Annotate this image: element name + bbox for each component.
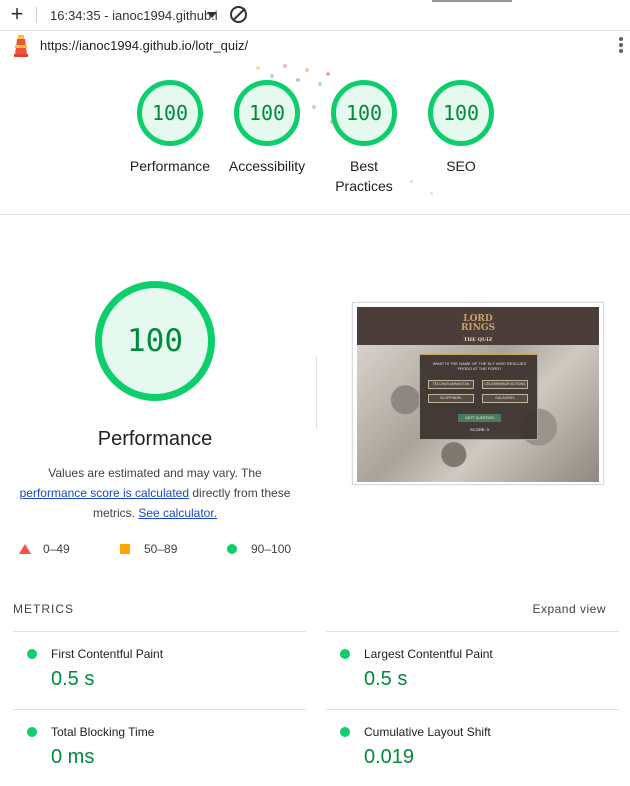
confetti-dot <box>256 66 260 70</box>
pass-circle-icon <box>27 727 37 737</box>
gauge-ring: 100 <box>234 80 300 146</box>
pass-circle-icon <box>227 544 237 554</box>
gauge-score: 100 <box>442 101 480 125</box>
legend-pass: 90–100 <box>251 542 292 556</box>
loading-indicator <box>432 0 512 2</box>
expand-view-button[interactable]: Expand view <box>532 602 606 616</box>
quiz-option: GALADRIEL <box>482 394 528 403</box>
metrics-header: METRICS <box>13 602 74 616</box>
more-menu-icon[interactable] <box>618 37 624 55</box>
performance-gauge: 100 <box>95 281 215 401</box>
quiz-option: TELCHAR AMMASTAN <box>428 380 474 389</box>
legend-fail: 0–49 <box>43 542 70 556</box>
quiz-score: SCORE: 0 <box>470 427 489 432</box>
site-logo: LORD RINGS THE QUIZ <box>357 315 599 345</box>
pass-circle-icon <box>340 727 350 737</box>
metric-label-cls: Cumulative Layout Shift <box>364 725 491 739</box>
pass-circle-icon <box>27 649 37 659</box>
performance-title: Performance <box>97 428 213 450</box>
dropdown-caret-icon[interactable] <box>207 12 217 18</box>
new-tab-icon[interactable]: + <box>6 3 28 25</box>
page-screenshot-thumbnail[interactable]: LORD RINGS THE QUIZ WHAT IS THE NAME OF … <box>352 302 604 485</box>
metric-value-tbt: 0 ms <box>51 746 95 768</box>
block-icon[interactable] <box>230 6 247 23</box>
average-square-icon <box>120 544 130 554</box>
quiz-option: GLORFINDEL <box>428 394 474 403</box>
metric-label-fcp: First Contentful Paint <box>51 647 164 661</box>
gauge-ring: 100 <box>137 80 203 146</box>
gauge-label: Performance <box>129 158 211 174</box>
metric-value-fcp: 0.5 s <box>51 668 95 690</box>
pass-circle-icon <box>340 649 350 659</box>
divider <box>326 631 619 632</box>
performance-score: 100 <box>127 323 183 359</box>
gauge-ring: 100 <box>331 80 397 146</box>
performance-note: Values are estimated and may vary. The p… <box>10 463 300 523</box>
confetti-dot <box>283 64 287 68</box>
confetti-dot <box>305 68 309 72</box>
screenshot-image: LORD RINGS THE QUIZ WHAT IS THE NAME OF … <box>357 307 599 482</box>
quiz-question: WHAT IS THE NAME OF THE ELF WHO RESCUES … <box>432 361 527 371</box>
see-calculator-link[interactable]: See calculator. <box>138 506 217 520</box>
tab-bar: + 16:34:35 - ianoc1994.github.i <box>0 0 630 31</box>
divider <box>13 709 306 710</box>
metric-value-lcp: 0.5 s <box>364 668 408 690</box>
score-calculated-link[interactable]: performance score is calculated <box>20 486 189 500</box>
divider <box>36 7 37 23</box>
url-bar: https://ianoc1994.github.io/lotr_quiz/ <box>0 31 630 60</box>
metric-label-lcp: Largest Contentful Paint <box>364 647 493 661</box>
gauge-score: 100 <box>248 101 286 125</box>
score-gauges: 100 Performance 100 Accessibility 100 Be… <box>0 60 630 215</box>
gauge-performance[interactable]: 100 Performance <box>120 80 220 176</box>
quiz-option: CELEBRIMBOR ELROND <box>482 380 528 389</box>
confetti-dot <box>270 74 274 78</box>
lighthouse-icon <box>14 35 28 57</box>
metric-value-cls: 0.019 <box>364 746 415 768</box>
divider <box>326 709 619 710</box>
gauge-best-practices[interactable]: 100 Best Practices <box>314 80 414 196</box>
gauge-ring: 100 <box>428 80 494 146</box>
next-question-button: NEXT QUESTION <box>458 414 501 422</box>
gauge-label: Best Practices <box>335 158 393 194</box>
url-text[interactable]: https://ianoc1994.github.io/lotr_quiz/ <box>40 38 248 53</box>
legend-average: 50–89 <box>144 542 178 556</box>
gauge-seo[interactable]: 100 SEO <box>411 80 511 176</box>
tab-title[interactable]: 16:34:35 - ianoc1994.github.i <box>50 8 218 23</box>
gauge-score: 100 <box>345 101 383 125</box>
logo-subtitle: THE QUIZ <box>463 337 493 343</box>
divider <box>13 631 306 632</box>
quiz-card: WHAT IS THE NAME OF THE ELF WHO RESCUES … <box>419 354 538 440</box>
gauge-label: SEO <box>446 158 476 174</box>
fail-triangle-icon <box>19 544 31 554</box>
confetti-dot <box>430 192 433 195</box>
gauge-score: 100 <box>151 101 189 125</box>
note-text: Values are estimated and may vary. The <box>48 466 262 480</box>
gauge-accessibility[interactable]: 100 Accessibility <box>217 80 317 176</box>
confetti-dot <box>326 72 330 76</box>
metric-label-tbt: Total Blocking Time <box>51 725 155 739</box>
logo-line: RINGS <box>460 323 496 333</box>
gauge-label: Accessibility <box>228 158 306 174</box>
divider <box>316 357 317 429</box>
